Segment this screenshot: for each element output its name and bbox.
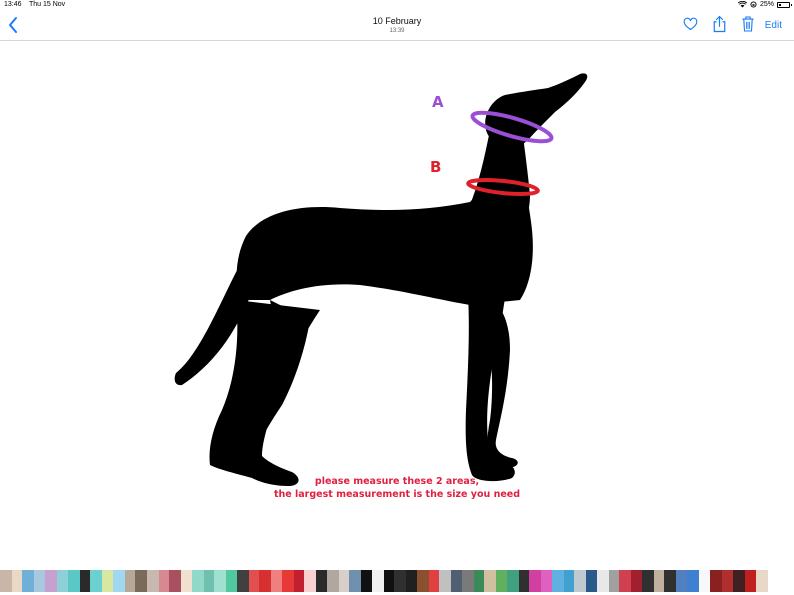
greyhound-silhouette	[174, 73, 588, 486]
filmstrip-thumbnail[interactable]	[710, 570, 722, 592]
filmstrip-thumbnail[interactable]	[733, 570, 745, 592]
filmstrip-thumbnail[interactable]	[722, 570, 733, 592]
filmstrip-thumbnail[interactable]	[159, 570, 169, 592]
filmstrip-thumbnail[interactable]	[687, 570, 699, 592]
filmstrip-thumbnail[interactable]	[304, 570, 316, 592]
photo-view: A B please measure these 2 areas, the la…	[174, 73, 588, 500]
filmstrip-thumbnail[interactable]	[597, 570, 609, 592]
filmstrip-thumbnail[interactable]	[552, 570, 564, 592]
filmstrip-thumbnail[interactable]	[169, 570, 181, 592]
filmstrip-thumbnail[interactable]	[541, 570, 552, 592]
filmstrip-thumbnail[interactable]	[90, 570, 102, 592]
filmstrip-thumbnail[interactable]	[125, 570, 135, 592]
filmstrip-thumbnail[interactable]	[259, 570, 271, 592]
filmstrip-thumbnail[interactable]	[249, 570, 259, 592]
label-a: A	[432, 93, 444, 111]
filmstrip-thumbnail[interactable]	[181, 570, 192, 592]
filmstrip-thumbnail[interactable]	[756, 570, 768, 592]
filmstrip-thumbnail[interactable]	[271, 570, 282, 592]
filmstrip-thumbnail[interactable]	[429, 570, 439, 592]
filmstrip-thumbnail[interactable]	[68, 570, 80, 592]
filmstrip-thumbnail[interactable]	[113, 570, 125, 592]
nav-bar: 10 February 13:39 Edit	[0, 11, 794, 41]
orientation-lock-icon	[750, 1, 757, 8]
filmstrip-thumbnail[interactable]	[609, 570, 619, 592]
edit-button[interactable]: Edit	[765, 20, 782, 31]
filmstrip-thumbnail[interactable]	[294, 570, 304, 592]
status-right: 25%	[737, 1, 792, 8]
filmstrip-thumbnail[interactable]	[282, 570, 294, 592]
filmstrip-thumbnail[interactable]	[574, 570, 586, 592]
filmstrip-thumbnail[interactable]	[654, 570, 664, 592]
filmstrip-thumbnail[interactable]	[564, 570, 574, 592]
filmstrip-thumbnail[interactable]	[586, 570, 597, 592]
filmstrip-thumbnail[interactable]	[451, 570, 462, 592]
filmstrip-thumbnail[interactable]	[462, 570, 474, 592]
filmstrip-thumbnail[interactable]	[664, 570, 676, 592]
filmstrip-thumbnail[interactable]	[507, 570, 519, 592]
battery-icon	[777, 1, 792, 8]
filmstrip-thumbnail[interactable]	[406, 570, 417, 592]
filmstrip-thumbnail[interactable]	[439, 570, 451, 592]
filmstrip-thumbnail[interactable]	[384, 570, 394, 592]
filmstrip-thumbnail[interactable]	[80, 570, 90, 592]
photo-filmstrip[interactable]	[0, 570, 794, 592]
filmstrip-thumbnail[interactable]	[745, 570, 756, 592]
filmstrip-thumbnail[interactable]	[642, 570, 654, 592]
filmstrip-thumbnail[interactable]	[529, 570, 541, 592]
status-bar: 13:46 Thu 15 Nov 25%	[0, 0, 794, 11]
filmstrip-thumbnail[interactable]	[496, 570, 507, 592]
filmstrip-thumbnail[interactable]	[0, 570, 12, 592]
filmstrip-thumbnail[interactable]	[135, 570, 147, 592]
caption-line-1: please measure these 2 areas,	[315, 476, 479, 487]
filmstrip-thumbnail[interactable]	[676, 570, 687, 592]
filmstrip-thumbnail[interactable]	[361, 570, 372, 592]
photo-time-subtitle: 13:39	[389, 28, 405, 34]
filmstrip-thumbnail[interactable]	[699, 570, 710, 592]
share-icon[interactable]	[712, 15, 727, 33]
filmstrip-thumbnail[interactable]	[316, 570, 327, 592]
caption-line-2: the largest measurement is the size you …	[274, 489, 520, 500]
status-date: Thu 15 Nov	[29, 1, 66, 8]
filmstrip-thumbnail[interactable]	[519, 570, 529, 592]
filmstrip-thumbnail[interactable]	[192, 570, 204, 592]
filmstrip-thumbnail[interactable]	[349, 570, 361, 592]
battery-percent: 25%	[759, 1, 774, 8]
status-time: 13:46	[4, 1, 22, 8]
wifi-icon	[737, 1, 747, 8]
trash-icon[interactable]	[741, 15, 755, 33]
filmstrip-thumbnail[interactable]	[474, 570, 484, 592]
filmstrip-thumbnail[interactable]	[147, 570, 159, 592]
filmstrip-thumbnail[interactable]	[22, 570, 34, 592]
filmstrip-thumbnail[interactable]	[619, 570, 631, 592]
label-b: B	[430, 158, 441, 176]
filmstrip-thumbnail[interactable]	[484, 570, 496, 592]
photo-date-title: 10 February	[372, 16, 422, 26]
battery-fill	[779, 3, 782, 6]
filmstrip-thumbnail[interactable]	[214, 570, 226, 592]
filmstrip-thumbnail[interactable]	[631, 570, 642, 592]
filmstrip-thumbnail[interactable]	[394, 570, 406, 592]
filmstrip-thumbnail[interactable]	[45, 570, 57, 592]
filmstrip-thumbnail[interactable]	[57, 570, 68, 592]
filmstrip-thumbnail[interactable]	[102, 570, 113, 592]
filmstrip-thumbnail[interactable]	[226, 570, 237, 592]
filmstrip-thumbnail[interactable]	[34, 570, 45, 592]
filmstrip-thumbnail[interactable]	[12, 570, 22, 592]
filmstrip-thumbnail[interactable]	[327, 570, 339, 592]
filmstrip-thumbnail[interactable]	[417, 570, 429, 592]
filmstrip-thumbnail[interactable]	[237, 570, 249, 592]
heart-icon[interactable]	[683, 17, 698, 32]
filmstrip-thumbnail[interactable]	[339, 570, 349, 592]
filmstrip-thumbnail[interactable]	[204, 570, 214, 592]
filmstrip-thumbnail[interactable]	[372, 570, 384, 592]
